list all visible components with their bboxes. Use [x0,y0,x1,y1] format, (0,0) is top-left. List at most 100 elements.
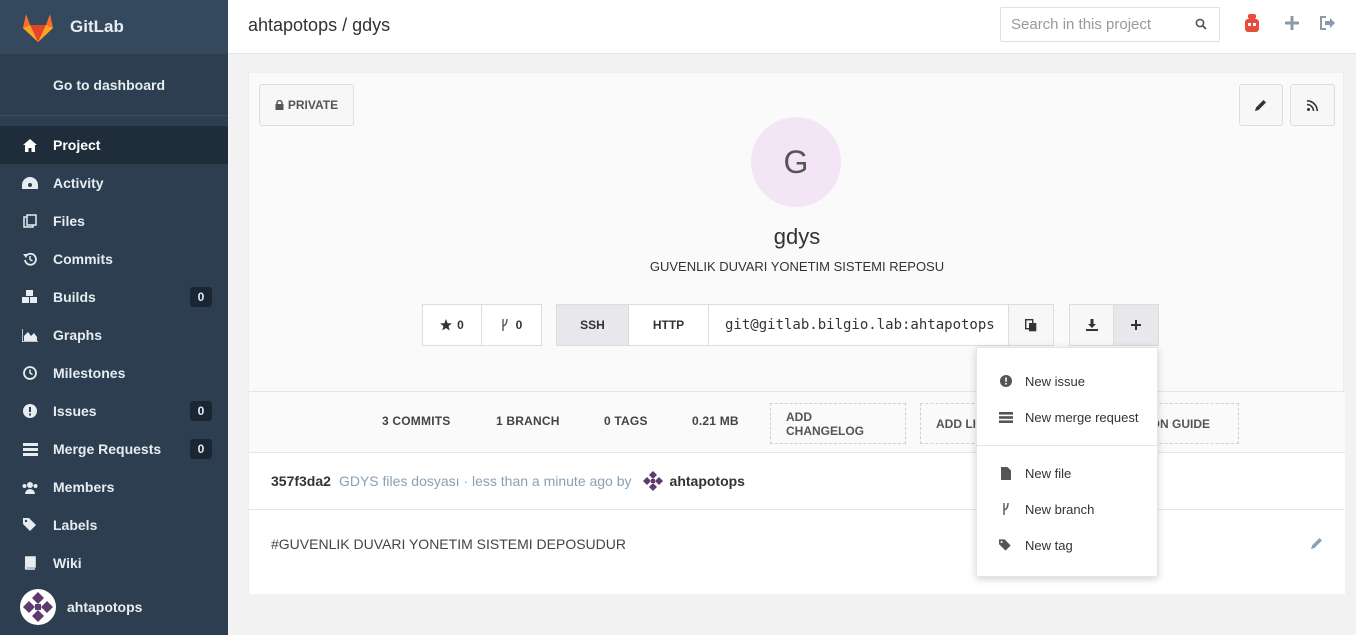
project-home-panel: PRIVATE G gdys GUVENLIK DUVARI YONETIM S… [248,72,1345,594]
new-file-menu-item[interactable]: New file [977,455,1159,491]
sign-out-icon[interactable] [1318,13,1338,33]
commit-message[interactable]: GDYS files dosyası · less than a minute … [339,473,632,489]
rss-icon [1307,99,1318,111]
project-title: gdys [773,224,821,249]
menu-item-label: New merge request [1025,409,1139,425]
plus-icon[interactable] [1282,13,1302,33]
new-branch-menu-item[interactable]: New branch [977,491,1159,527]
readme-content: #GUVENLIK DUVARI YONETIM SISTEMI DEPOSUD… [249,510,1345,594]
sidebar-item-label: Graphs [53,327,103,343]
avatar [641,470,664,492]
commits-count-link[interactable]: 3 COMMITS [382,414,450,428]
sidebar-item-files[interactable]: Files [0,202,228,240]
sidebar-nav: Project Activity Files Commits Builds 0 … [0,126,228,582]
exclamation-circle-icon [22,403,38,419]
history-icon [22,251,38,267]
dashboard-icon [22,175,38,191]
sidebar-item-issues[interactable]: Issues 0 [0,392,228,430]
download-add-group [1069,304,1159,346]
repo-size: 0.21 MB [692,414,739,428]
sidebar-item-label: Commits [53,251,113,267]
sidebar-header[interactable]: GitLab [0,0,228,54]
copy-clone-url-button[interactable] [1009,305,1053,345]
fork-button[interactable]: 0 [482,305,541,345]
edit-project-button[interactable] [1239,84,1283,126]
search-placeholder: Search in this project [1011,16,1152,33]
sidebar-item-label: Labels [53,517,98,533]
new-merge-request-menu-item[interactable]: New merge request [977,399,1159,435]
sidebar-item-members[interactable]: Members [0,468,228,506]
edit-readme-icon[interactable] [1311,536,1323,552]
issues-count-badge: 0 [190,401,212,421]
user-avatar-icon[interactable] [1242,13,1262,33]
area-chart-icon [22,327,38,343]
sidebar-item-wiki[interactable]: Wiki [0,544,228,582]
project-description: GUVENLIK DUVARI YONETIM SISTEMI REPOSU [649,259,945,274]
menu-item-label: New issue [1025,373,1085,389]
star-fork-group: 0 0 [422,304,542,346]
add-changelog-button[interactable]: ADD CHANGELOG [770,403,906,444]
sidebar-item-label: Issues [53,403,97,419]
ssh-toggle-button[interactable]: SSH [557,305,629,345]
users-icon [22,479,38,495]
file-icon [999,466,1013,480]
sidebar-user[interactable]: ahtapotops [0,579,228,635]
files-icon [22,213,38,229]
menu-item-label: New branch [1025,501,1095,517]
sidebar-item-label: Merge Requests [53,441,162,457]
code-fork-icon [501,319,509,331]
builds-count-badge: 0 [190,287,212,307]
avatar [20,589,56,625]
new-tag-menu-item[interactable]: New tag [977,527,1159,563]
brand-name: GitLab [70,17,124,36]
sidebar-item-commits[interactable]: Commits [0,240,228,278]
clone-group: SSH HTTP git@gitlab.bilgio.lab:ahtapotop… [556,304,1054,346]
exclamation-circle-icon [999,374,1013,388]
tasks-icon [999,410,1013,424]
search-icon [1195,18,1207,33]
sidebar-item-label: Wiki [53,555,82,571]
search-input[interactable]: Search in this project [1000,7,1220,42]
rss-feed-button[interactable] [1290,84,1335,126]
book-icon [22,555,38,571]
project-stats-bar: 3 COMMITS 1 BRANCH 0 TAGS 0.21 MB ADD CH… [249,391,1345,453]
cubes-icon [22,289,38,305]
visibility-badge: PRIVATE [259,84,354,126]
clock-icon [22,365,38,381]
menu-item-label: New tag [1025,537,1073,553]
sidebar-item-builds[interactable]: Builds 0 [0,278,228,316]
tasks-icon [22,441,38,457]
commit-sha-link[interactable]: 357f3da2 [271,473,331,489]
readme-text: #GUVENLIK DUVARI YONETIM SISTEMI DEPOSUD… [271,536,626,552]
new-issue-menu-item[interactable]: New issue [977,363,1159,399]
branches-count-link[interactable]: 1 BRANCH [496,414,560,428]
home-icon [22,137,38,153]
sidebar-item-project[interactable]: Project [0,126,228,164]
clipboard-icon [1025,318,1037,332]
download-icon [1085,319,1098,331]
sidebar-item-milestones[interactable]: Milestones [0,354,228,392]
sidebar-item-label: Activity [53,175,104,191]
add-dropdown-button[interactable] [1114,305,1158,345]
lock-icon [275,100,284,110]
sidebar-item-label: Builds [53,289,96,305]
sidebar-item-labels[interactable]: Labels [0,506,228,544]
project-avatar: G [751,117,841,207]
http-toggle-button[interactable]: HTTP [629,305,709,345]
sidebar-item-label: Project [53,137,101,153]
tags-count-link[interactable]: 0 TAGS [604,414,648,428]
commit-author-link[interactable]: ahtapotops [670,473,745,489]
merge-requests-count-badge: 0 [190,439,212,459]
star-icon [440,319,453,331]
breadcrumb[interactable]: ahtapotops / gdys [248,15,390,36]
star-button[interactable]: 0 [423,305,483,345]
sidebar-username: ahtapotops [67,599,143,615]
sidebar-item-activity[interactable]: Activity [0,164,228,202]
sidebar-item-graphs[interactable]: Graphs [0,316,228,354]
clone-url-input[interactable]: git@gitlab.bilgio.lab:ahtapotops [709,305,1009,345]
plus-icon [1131,320,1141,330]
tags-icon [999,538,1013,552]
sidebar-item-merge-requests[interactable]: Merge Requests 0 [0,430,228,468]
download-button[interactable] [1070,305,1115,345]
go-to-dashboard-link[interactable]: Go to dashboard [0,54,228,116]
